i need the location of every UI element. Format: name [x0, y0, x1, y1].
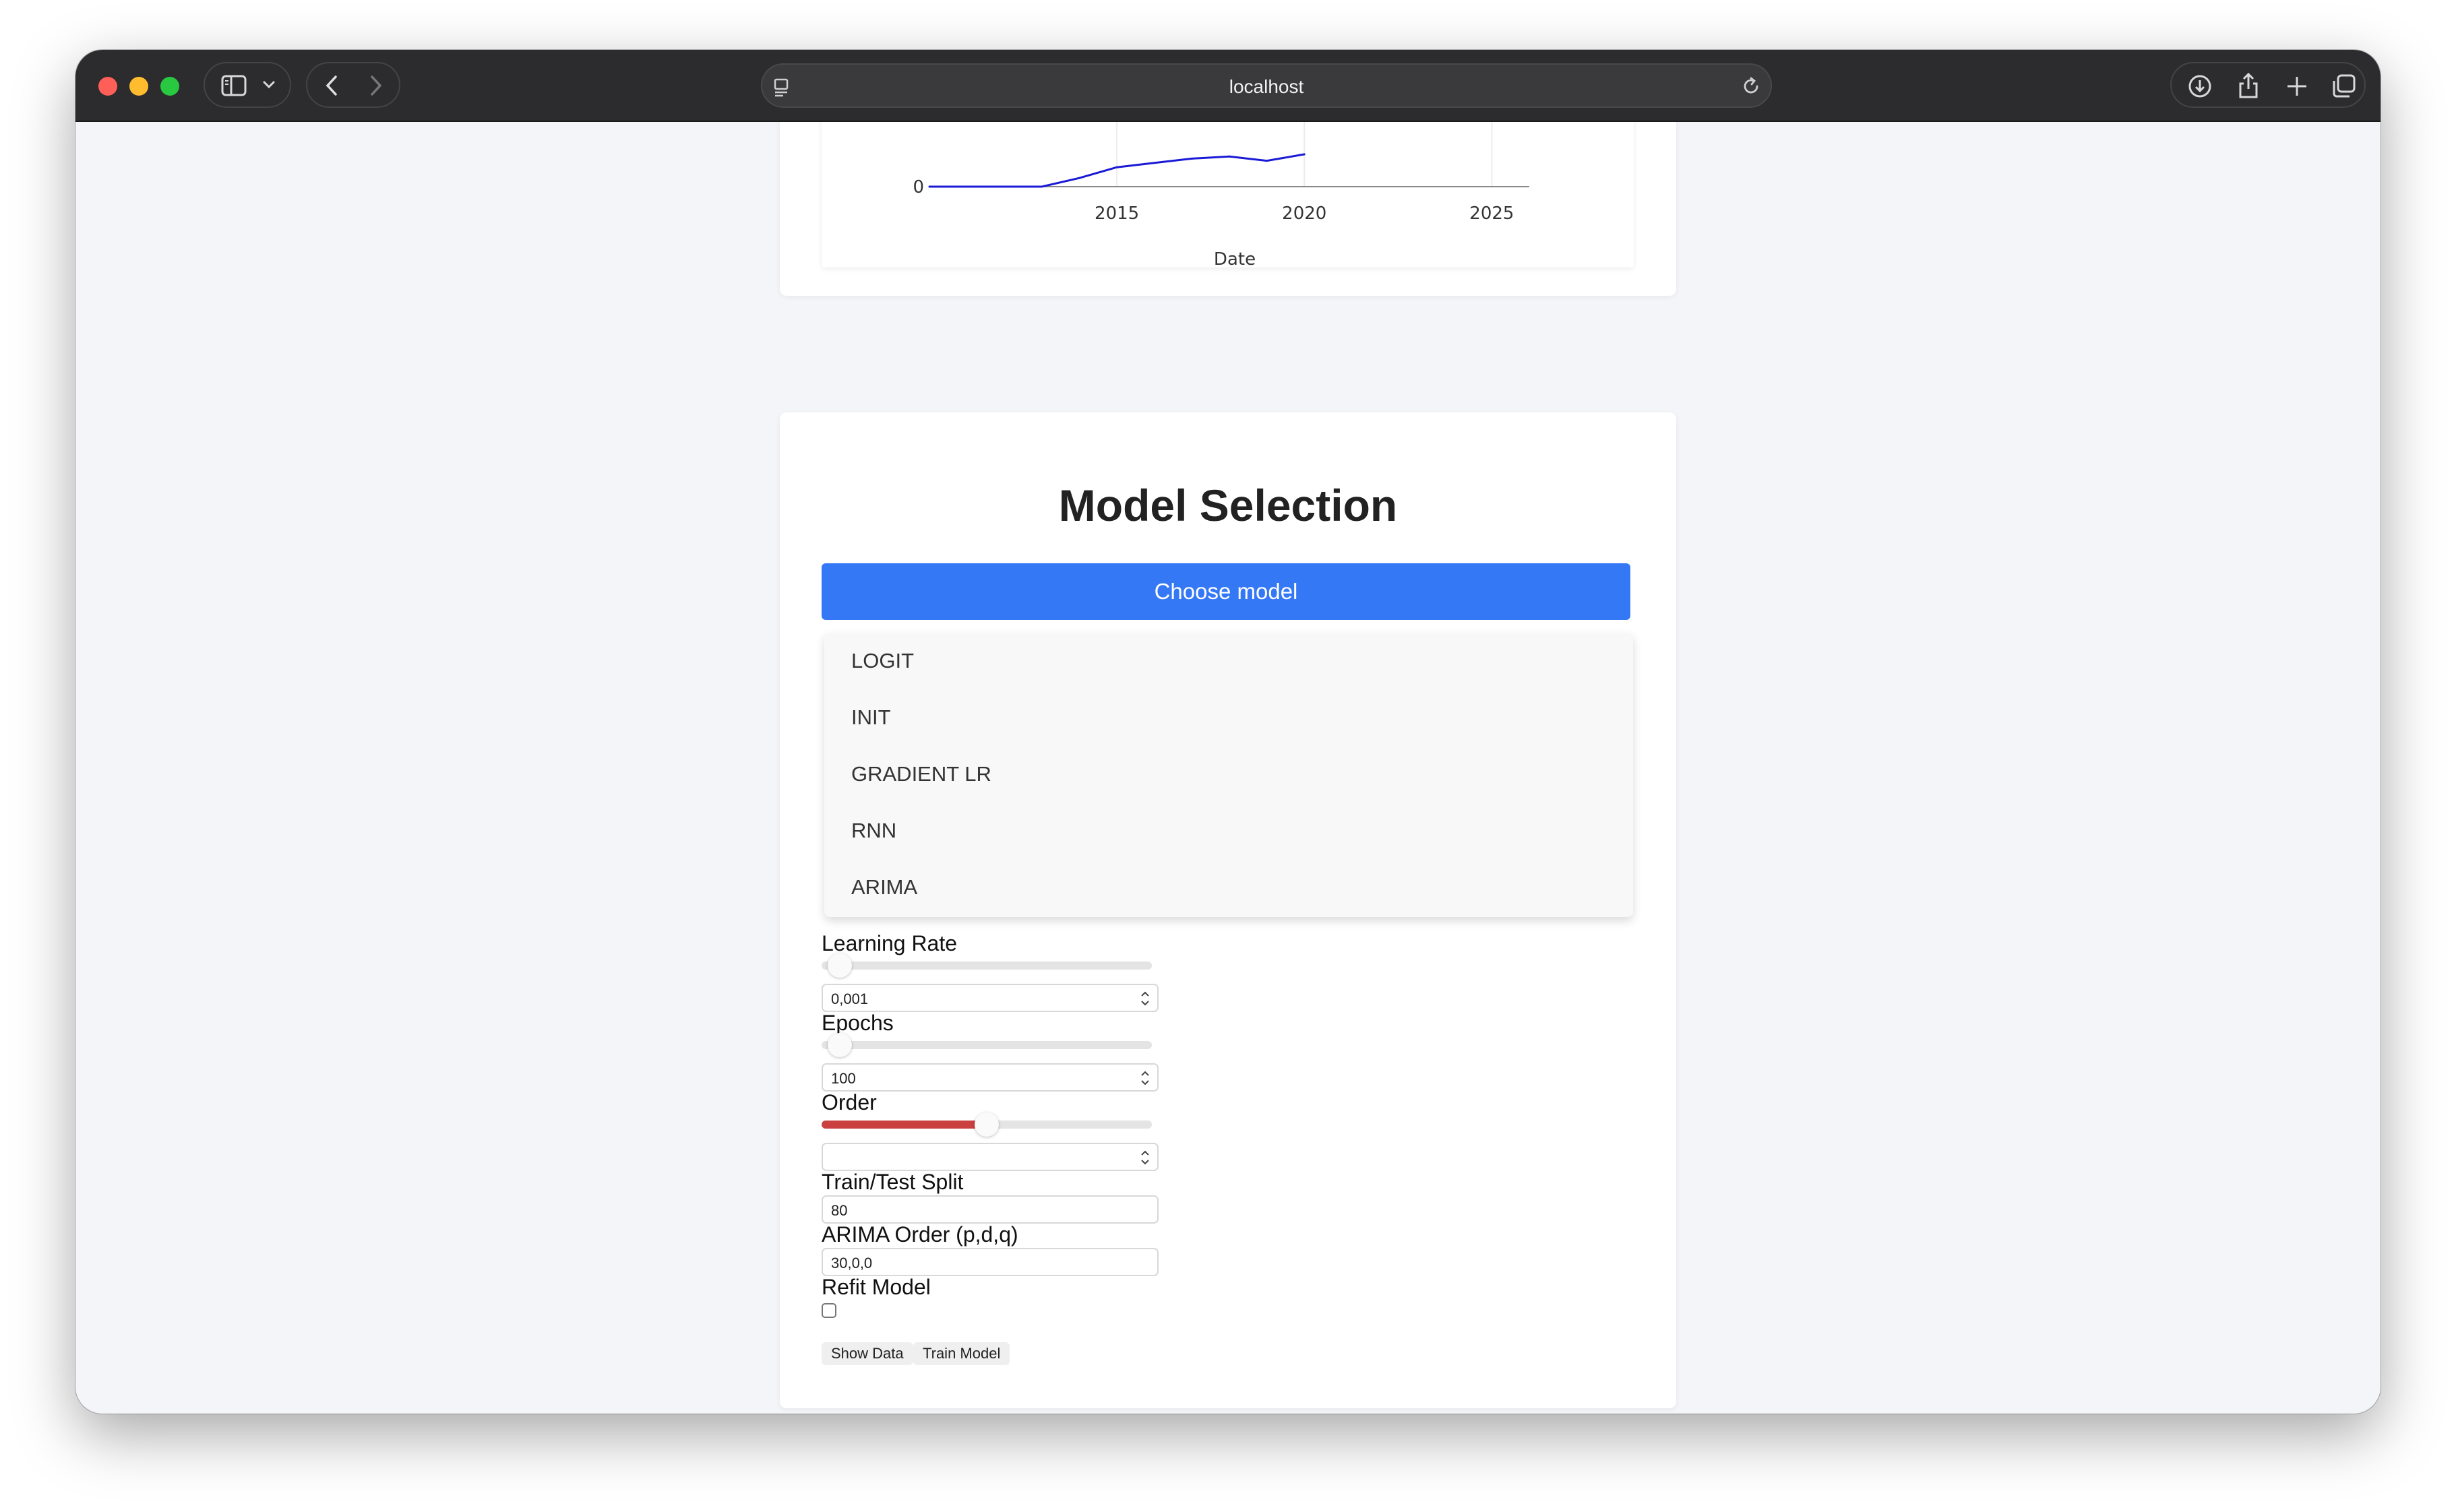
epochs-value: 100: [831, 1070, 856, 1087]
choose-model-button[interactable]: Choose model: [822, 563, 1630, 620]
epochs-input[interactable]: 100: [822, 1063, 1159, 1092]
browser-window: localhost 2015 2020 2025 0 Date Model Se…: [75, 50, 2381, 1414]
browser-toolbar: localhost: [75, 50, 2381, 122]
forward-arrow-icon[interactable]: [365, 74, 386, 97]
order-slider-fill: [822, 1121, 987, 1129]
order-input[interactable]: [822, 1143, 1159, 1171]
stepper-arrows-icon[interactable]: [1138, 1147, 1152, 1168]
learning-rate-value: 0,001: [831, 990, 869, 1007]
zoom-window-button[interactable]: [160, 77, 179, 96]
epochs-label: Epochs: [822, 1011, 894, 1035]
x-axis-title: Date: [1214, 249, 1256, 267]
y-tick-label: 0: [913, 177, 924, 197]
chart-svg: 2015 2020 2025 0 Date: [913, 122, 1529, 270]
x-tick-label: 2025: [1469, 203, 1514, 224]
data-point: [1266, 160, 1268, 162]
arima-order-label: ARIMA Order (p,d,q): [822, 1222, 1018, 1247]
navigation-group: [306, 62, 400, 108]
data-point: [928, 185, 931, 188]
slider-thumb[interactable]: [975, 1112, 999, 1137]
model-option-gradient-lr[interactable]: GRADIENT LR: [824, 746, 1633, 802]
x-tick-label: 2020: [1282, 203, 1326, 224]
order-label: Order: [822, 1090, 877, 1114]
refit-model-checkbox[interactable]: [822, 1303, 836, 1318]
model-option-logit[interactable]: LOGIT: [824, 633, 1633, 689]
stepper-arrows-icon[interactable]: [1138, 1068, 1152, 1088]
refit-model-label: Refit Model: [822, 1275, 931, 1299]
data-point: [1115, 166, 1118, 168]
download-icon[interactable]: [2186, 73, 2213, 100]
arima-order-input[interactable]: 30,0,0: [822, 1248, 1159, 1276]
url-text: localhost: [1229, 76, 1304, 97]
train-test-split-value: 80: [831, 1202, 848, 1219]
data-point: [1003, 185, 1006, 188]
learning-rate-slider[interactable]: [822, 953, 1152, 978]
data-point: [1190, 157, 1193, 160]
learning-rate-label: Learning Rate: [822, 931, 958, 955]
train-test-split-label: Train/Test Split: [822, 1170, 964, 1194]
data-point: [1228, 155, 1231, 158]
tab-overview-icon[interactable]: [2331, 73, 2358, 100]
share-icon[interactable]: [2235, 71, 2262, 100]
line-chart: 2015 2020 2025 0 Date: [822, 122, 1634, 270]
sidebar-icon[interactable]: [221, 74, 248, 97]
learning-rate-input[interactable]: 0,001: [822, 984, 1159, 1012]
train-test-split-input[interactable]: 80: [822, 1195, 1159, 1224]
page-title: Model Selection: [1058, 480, 1398, 530]
toolbar-actions-group: [2170, 62, 2366, 108]
data-point: [1078, 177, 1080, 179]
x-tick-label: 2015: [1095, 203, 1139, 224]
order-slider[interactable]: [822, 1112, 1152, 1137]
slider-thumb[interactable]: [828, 1033, 853, 1057]
address-bar[interactable]: localhost: [761, 63, 1772, 108]
show-data-button[interactable]: Show Data: [822, 1342, 913, 1365]
close-window-button[interactable]: [98, 77, 117, 96]
back-arrow-icon[interactable]: [322, 74, 342, 97]
model-option-rnn[interactable]: RNN: [824, 802, 1633, 859]
epochs-slider[interactable]: [822, 1033, 1152, 1057]
arima-order-value: 30,0,0: [831, 1255, 873, 1271]
reload-icon[interactable]: [1741, 75, 1762, 97]
train-model-button[interactable]: Train Model: [913, 1342, 1010, 1365]
sidebar-toggle-group[interactable]: [204, 62, 291, 108]
chevron-down-icon[interactable]: [262, 80, 276, 90]
minimize-window-button[interactable]: [129, 77, 148, 96]
model-option-init[interactable]: INIT: [824, 689, 1633, 746]
stepper-arrows-icon[interactable]: [1138, 988, 1152, 1009]
data-point: [1153, 162, 1156, 164]
model-option-arima[interactable]: ARIMA: [824, 859, 1633, 916]
slider-thumb[interactable]: [828, 953, 853, 978]
data-point: [1041, 185, 1043, 188]
data-point: [1303, 153, 1306, 156]
new-tab-icon[interactable]: [2285, 74, 2309, 98]
model-dropdown-menu: LOGIT INIT GRADIENT LR RNN ARIMA: [824, 633, 1633, 917]
page-content: 2015 2020 2025 0 Date Model Selection Choose…: [75, 122, 2381, 1414]
